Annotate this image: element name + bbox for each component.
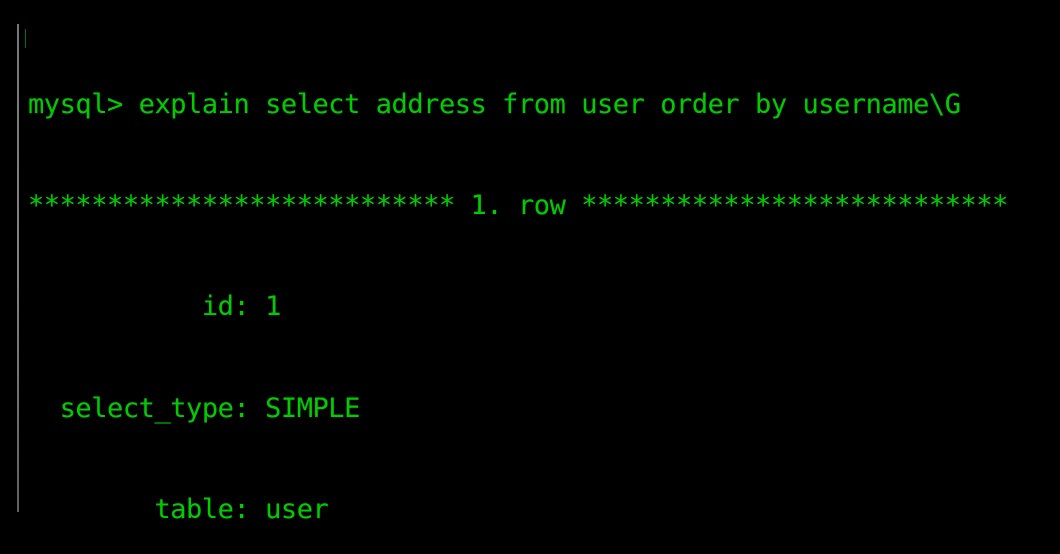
terminal-window: [ mysql> explain select address from use… [0,0,1060,554]
scrollbar[interactable] [17,24,19,512]
terminal-line-table: table: user [28,494,329,526]
terminal-line-command: mysql> explain select address from user … [28,88,961,120]
terminal-line-row-header: *************************** 1. row *****… [28,189,1008,221]
prompt-edge-artifact: [ [19,29,26,48]
terminal-line-id: id: 1 [28,291,281,323]
terminal-output[interactable]: mysql> explain select address from user … [28,20,1048,554]
terminal-line-select-type: select_type: SIMPLE [28,392,361,424]
